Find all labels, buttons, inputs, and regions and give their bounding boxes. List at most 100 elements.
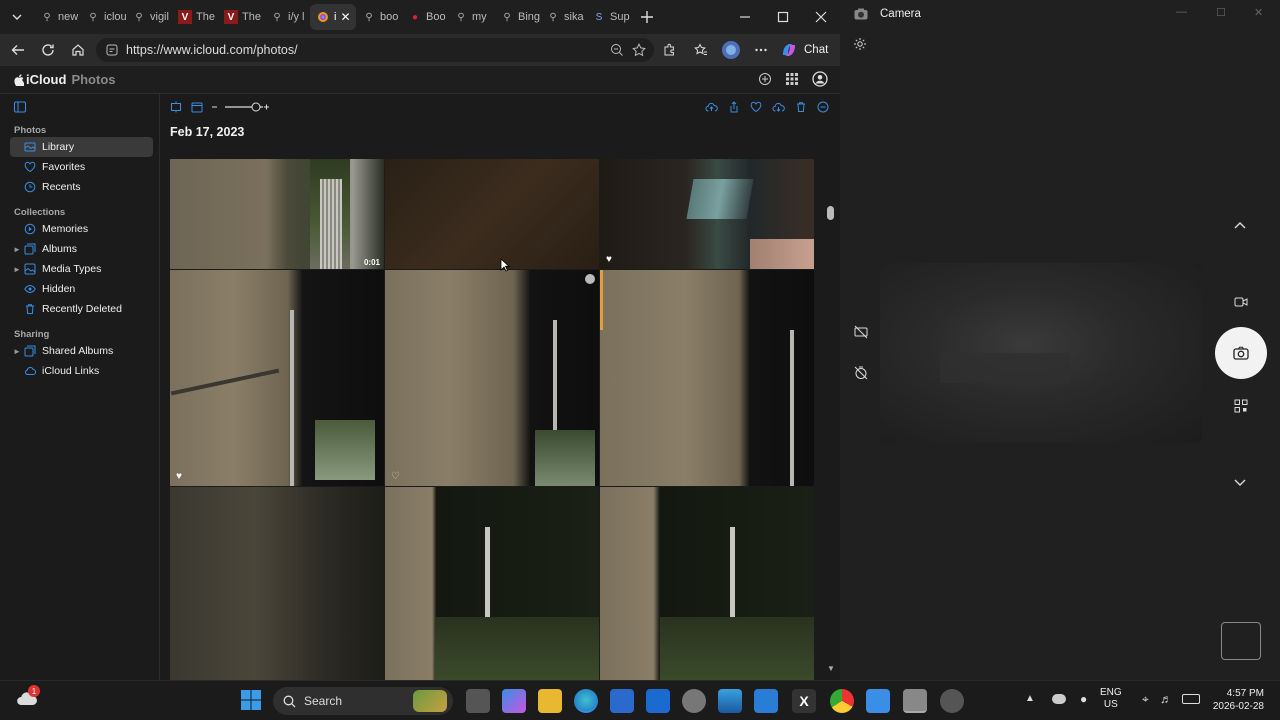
tab-sup[interactable]: S Sup [586,4,632,30]
camera-close-button[interactable]: ✕ [1254,6,1263,19]
photo-thumbnail[interactable]: ♡ [385,270,599,486]
more-options-icon[interactable] [817,101,829,113]
settings-gear-icon[interactable] [682,689,706,713]
microphone-icon[interactable]: ● [1080,692,1087,706]
chevron-right-icon[interactable]: ► [13,265,21,274]
days-view-button[interactable] [191,101,203,113]
tab-the-1[interactable]: V The [172,4,218,30]
photo-thumbnail[interactable] [600,270,814,486]
refresh-button[interactable] [33,36,63,64]
photo-thumbnail[interactable] [385,487,599,680]
photos-app-icon[interactable] [718,689,742,713]
chevron-right-icon[interactable]: ► [13,245,21,254]
zoom-slider[interactable] [211,101,271,113]
task-view-icon[interactable] [466,689,490,713]
tab-boo[interactable]: ⚲ boo [356,4,402,30]
tab-iy[interactable]: ⚲ i/y l [264,4,310,30]
close-window-button[interactable] [802,3,840,31]
camera-minimize-button[interactable]: — [1176,6,1187,18]
sidebar-item-memories[interactable]: Memories [10,219,153,239]
edge-browser-icon[interactable] [574,689,598,713]
copilot-icon[interactable] [502,689,526,713]
scrollbar-thumb[interactable] [827,206,834,220]
photo-thumbnail[interactable]: ♥ [170,270,384,486]
select-circle-icon[interactable] [585,274,595,284]
sidebar-item-hidden[interactable]: Hidden [10,279,153,299]
taskbar-search[interactable]: Search [273,687,453,715]
tab-new[interactable]: ⚲ new [34,4,80,30]
tab-sika[interactable]: ⚲ sika [540,4,586,30]
tab-the-2[interactable]: V The [218,4,264,30]
sidebar-toggle-button[interactable] [14,101,26,113]
camera-app-icon[interactable] [903,689,927,713]
photos-view-button[interactable] [170,101,182,113]
camera-settings-button[interactable] [853,37,867,51]
tab-bing[interactable]: ⚲ Bing [494,4,540,30]
close-tab-icon[interactable]: ✕ [340,10,350,24]
sidebar-item-library[interactable]: Library [10,137,153,157]
sidebar-item-recents[interactable]: Recents [10,177,153,197]
battery-icon[interactable] [1182,694,1200,704]
home-button[interactable] [63,36,93,64]
last-photo-thumbnail[interactable] [1221,622,1261,660]
profile-button[interactable] [716,36,746,64]
recorder-icon[interactable] [940,689,964,713]
maximize-button[interactable] [764,3,802,31]
url-field[interactable]: https://www.icloud.com/photos/ [96,38,654,62]
extensions-button[interactable] [654,36,684,64]
onedrive-cloud-icon[interactable] [1052,694,1066,704]
app-grid-button[interactable] [785,72,799,86]
sidebar-item-shared-albums[interactable]: ► Shared Albums [10,341,153,361]
scroll-up-button[interactable] [1233,221,1247,231]
clock[interactable]: 4:57 PM 2026-02-28 [1210,687,1264,713]
qr-scan-button[interactable] [1234,399,1248,413]
weather-widget[interactable]: 1 [16,685,40,711]
photo-thumbnail[interactable]: 0:01 [170,159,384,269]
share-icon[interactable] [728,101,740,113]
hdr-toggle[interactable] [854,325,868,339]
tab-actions-button[interactable] [0,3,34,31]
photo-thumbnail[interactable] [170,487,384,680]
photo-thumbnail[interactable]: ♥ [600,159,814,269]
zoom-icon[interactable] [610,43,624,57]
favorites-button[interactable] [686,36,716,64]
visual-studio-icon[interactable] [646,689,670,713]
sidebar-item-favorites[interactable]: Favorites [10,157,153,177]
minimize-button[interactable] [726,3,764,31]
heart-icon[interactable] [750,101,762,113]
volume-icon[interactable]: ♬ [1160,692,1172,706]
download-cloud-icon[interactable] [772,101,785,113]
tab-my[interactable]: ⚲ my [448,4,494,30]
tab-icloud-active[interactable]: i ✕ [310,4,356,30]
photo-thumbnail[interactable] [600,487,814,680]
show-hidden-icons-button[interactable]: ▲ [1025,693,1035,704]
app-icon-2[interactable] [866,689,890,713]
sidebar-item-media-types[interactable]: ► Media Types [10,259,153,279]
microsoft-store-icon[interactable] [610,689,634,713]
back-button[interactable] [3,36,33,64]
new-tab-button[interactable] [632,3,662,31]
timer-toggle[interactable] [854,366,868,380]
scroll-down-button[interactable] [1233,477,1247,487]
scroll-down-arrow[interactable]: ▼ [827,664,835,673]
tab-vigil[interactable]: ⚲ vigil [126,4,172,30]
take-photo-button[interactable] [1215,327,1267,379]
video-mode-button[interactable] [1234,296,1248,308]
icloud-brand[interactable]: iCloud Photos [14,72,116,87]
copilot-chat-button[interactable]: Chat [780,38,828,62]
start-button[interactable] [240,689,262,711]
photo-thumbnail[interactable] [385,159,599,269]
account-button[interactable] [812,71,828,87]
more-menu-button[interactable] [746,36,776,64]
language-indicator[interactable]: ENG US [1100,687,1122,711]
upload-cloud-icon[interactable] [705,101,718,113]
wifi-icon[interactable]: ⌖ [1142,692,1149,707]
sidebar-item-icloud-links[interactable]: iCloud Links [10,361,153,381]
sidebar-item-recently-deleted[interactable]: Recently Deleted [10,299,153,319]
tab-icloud-search[interactable]: ⚲ iclou [80,4,126,30]
sidebar-item-albums[interactable]: ► Albums [10,239,153,259]
file-explorer-icon[interactable] [538,689,562,713]
trash-icon[interactable] [795,101,807,113]
add-button[interactable] [758,72,772,86]
chevron-right-icon[interactable]: ► [13,347,21,356]
